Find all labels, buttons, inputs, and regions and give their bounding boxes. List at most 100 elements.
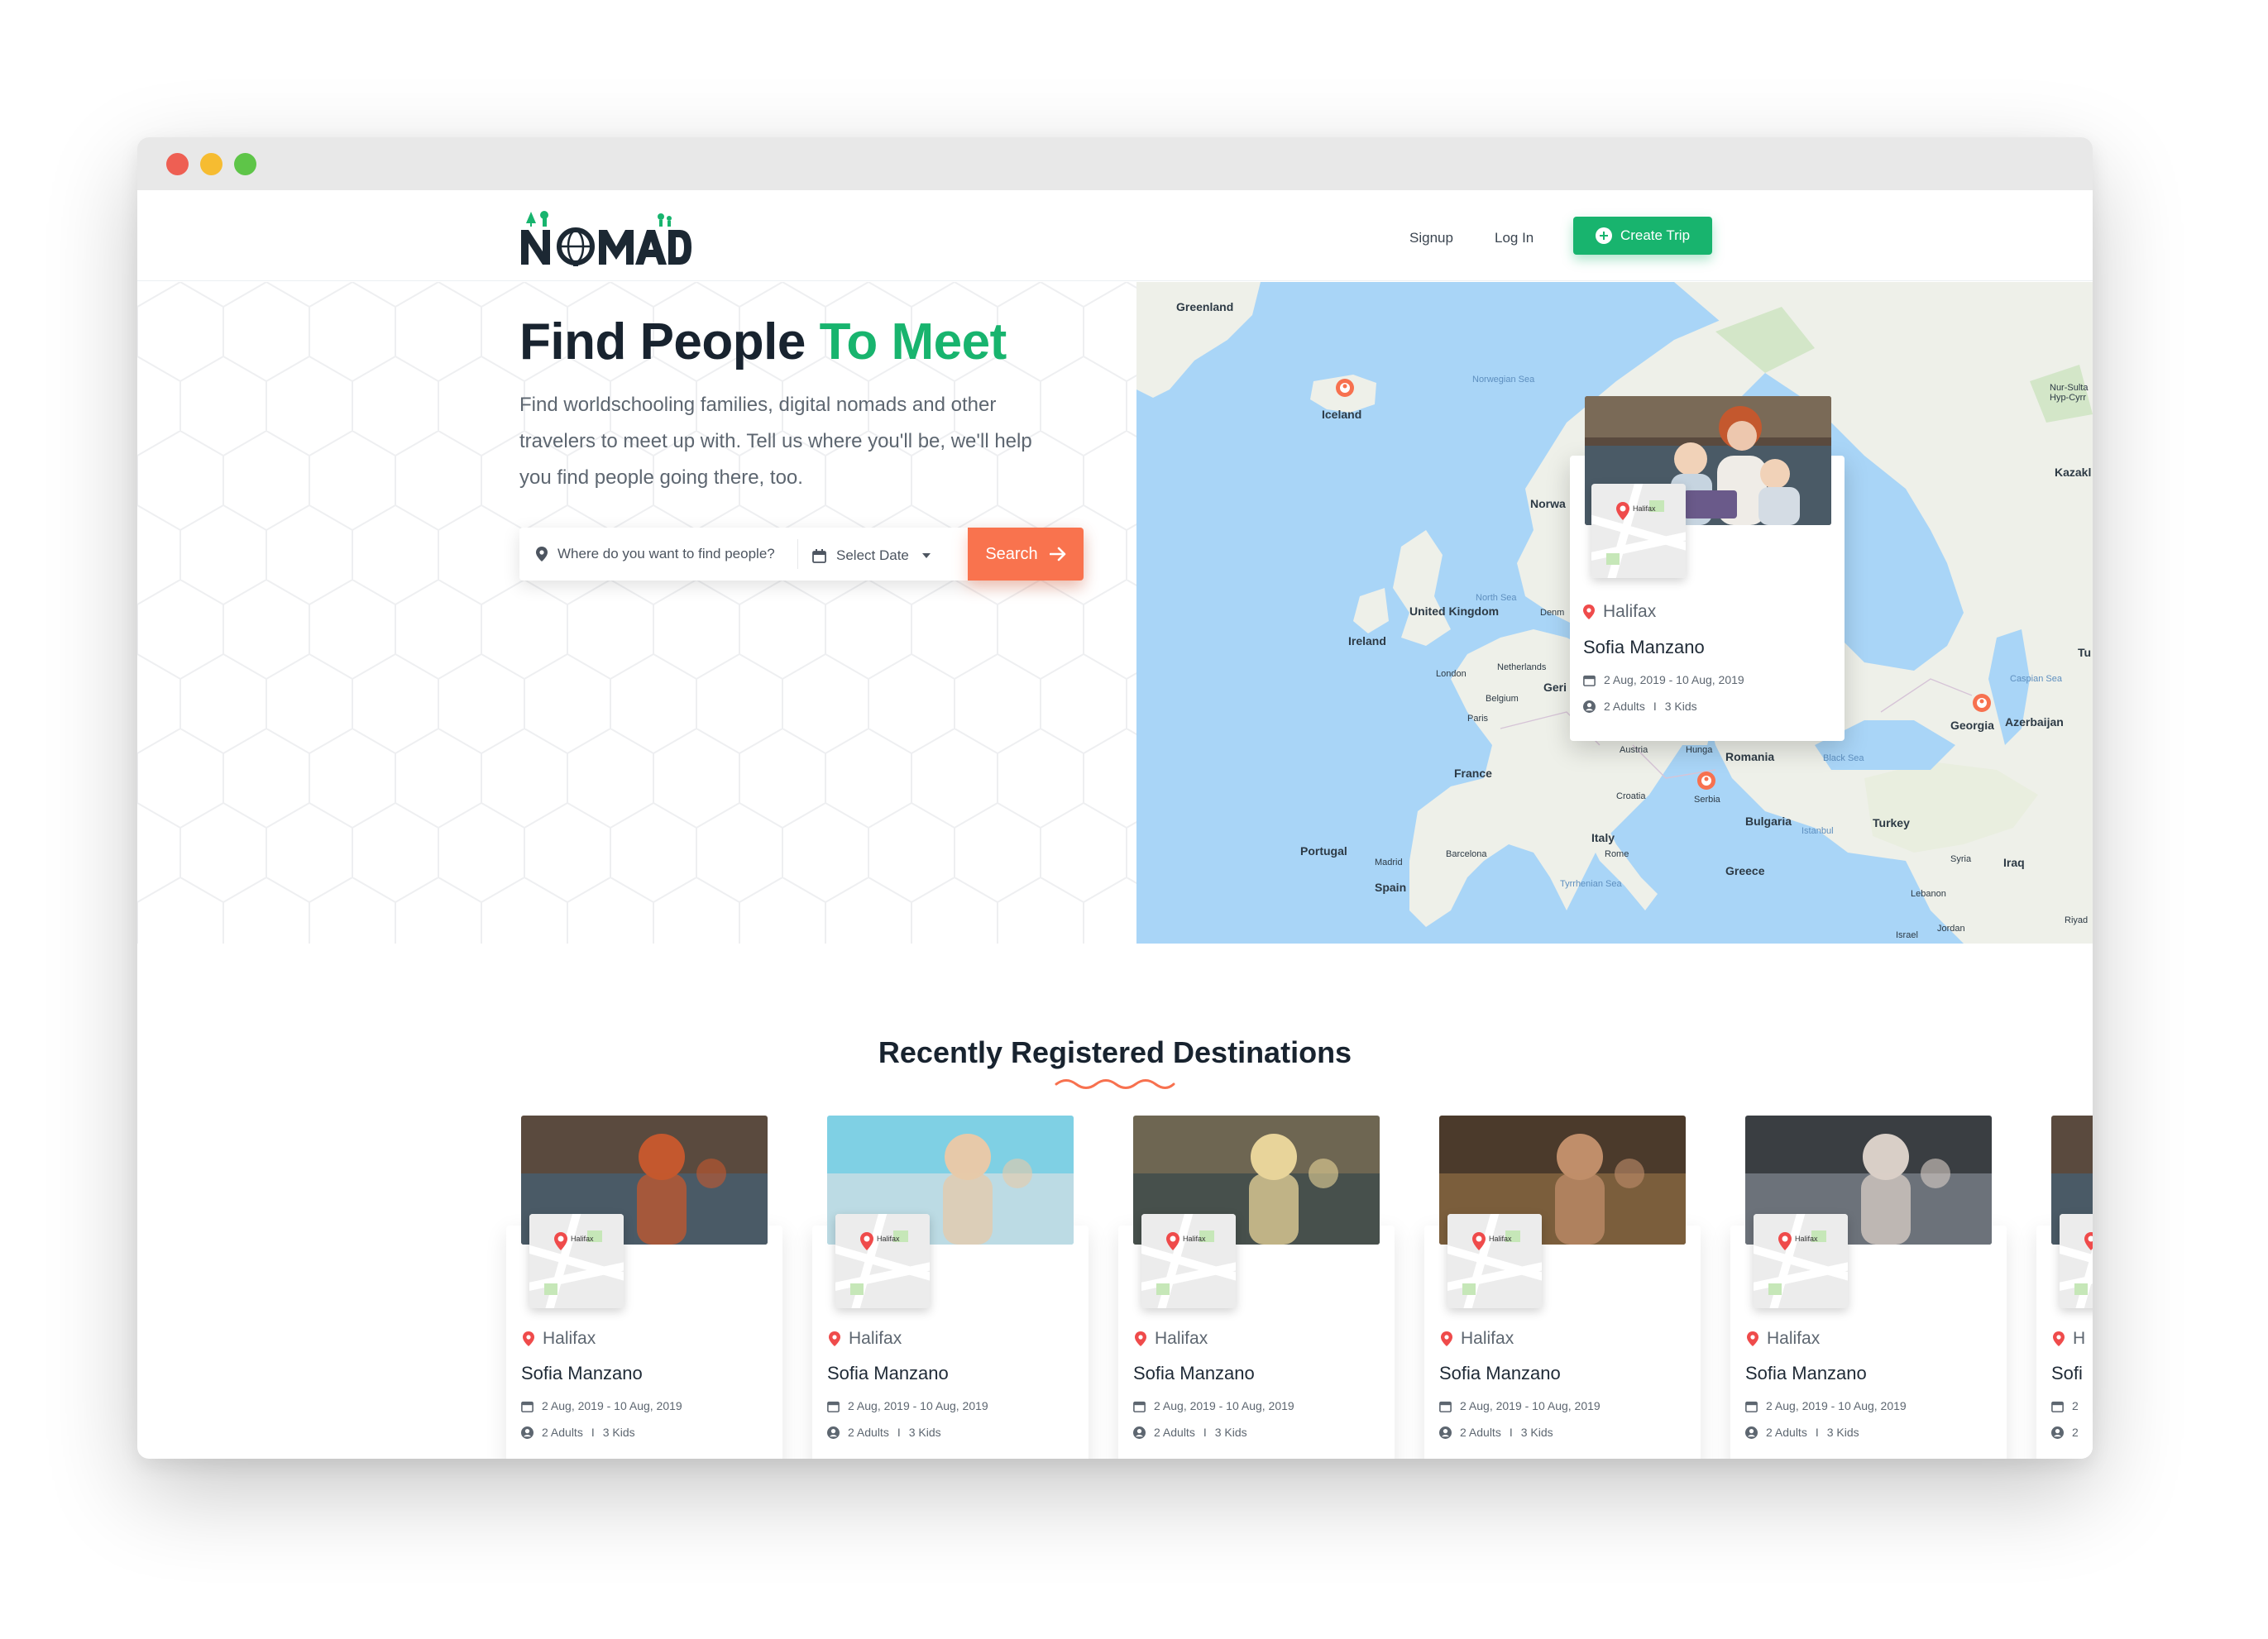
map-label-bulgaria: Bulgaria [1745,815,1792,828]
map-pin-serbia [1697,772,1715,790]
map-label-serbia: Serbia [1694,795,1720,805]
destination-traveler-name: Sofia Manzano [827,1363,949,1383]
destination-map-thumbnail: Halifax [1754,1214,1848,1308]
map-label-france: France [1454,767,1492,780]
location-pin-icon [1135,1331,1146,1346]
destination-traveler-name: Sofia Manzano [521,1363,643,1383]
destination-adults: 2 [2072,1426,2079,1439]
destination-adults: 2 Adults [1766,1426,1807,1439]
login-link[interactable]: Log In [1495,230,1534,246]
destination-dates-label: 2 Aug, 2019 - 10 Aug, 2019 [1460,1399,1601,1412]
map-popup-city-label: Halifax [1603,602,1657,621]
map-label-hungary: Hunga [1686,745,1713,755]
map-label-barcelona: Barcelona [1446,849,1487,859]
map-label-caspian-sea: Caspian Sea [2010,674,2062,684]
hero-description: Find worldschooling families, digital no… [519,394,1032,489]
create-trip-label: Create Trip [1620,227,1691,243]
destination-city-label: Halifax [1461,1329,1514,1348]
destination-guests: 2 Adults I 3 Kids [1439,1426,1553,1439]
map-label-kazakh: Kazakl [2055,466,2092,479]
destination-dates-label: 2 Aug, 2019 - 10 Aug, 2019 [848,1399,988,1412]
location-pin-icon [2053,1331,2065,1346]
calendar-icon [827,1401,840,1412]
user-icon [827,1426,840,1439]
date-select[interactable]: Select Date [812,547,931,564]
calendar-icon [1745,1401,1758,1412]
destination-map-thumbnail: Halifax [1447,1214,1542,1308]
map-label-azerbaijan: Azerbaijan [2005,715,2064,729]
destination-dates-label: 2 [2072,1399,2079,1412]
destination-kids: 3 Kids [1826,1426,1859,1439]
destination-map-thumbnail [2060,1214,2093,1308]
calendar-icon [1583,675,1596,686]
map-label-portugal: Portugal [1300,844,1347,858]
calendar-icon [1133,1401,1146,1412]
map-label-paris: Paris [1467,714,1489,724]
map-popup-adults: 2 Adults [1604,700,1645,713]
map-label-nur-sultan: Nur-Sulta [2050,383,2089,393]
arrow-right-icon [1049,547,1065,561]
map-label-tu: Tu [2078,646,2092,659]
map-label-romania: Romania [1725,750,1775,763]
map-label-jordan: Jordan [1937,924,1965,934]
map-label-riyad: Riyad [2065,915,2089,925]
nomad-logo[interactable] [519,208,693,268]
map-label-lebanon: Lebanon [1911,889,1946,899]
destination-guests: 2 Adults I 3 Kids [1133,1426,1247,1439]
maximize-window-button[interactable] [234,153,256,175]
location-pin-icon [829,1331,840,1346]
map-label-london: London [1436,669,1467,679]
destination-adults: 2 Adults [848,1426,889,1439]
destination-guests: 2 Adults I 3 Kids [521,1426,635,1439]
map-popup-kids: 3 Kids [1664,700,1697,713]
calendar-icon [2051,1401,2064,1412]
window-titlebar [137,137,2093,190]
map-popup-thumb-label: Halifax [1633,504,1656,513]
destination-traveler-name: Sofia Manzano [1439,1363,1561,1383]
destination-guests: 2 [2051,1426,2079,1439]
map-label-iraq: Iraq [2003,856,2025,869]
destination-city-label: Halifax [1767,1329,1821,1348]
map-label-norwegian-sea: Norwegian Sea [1472,375,1535,385]
map-label-madrid: Madrid [1375,858,1403,867]
user-icon [1439,1426,1452,1439]
map-label-germany: Geri [1543,681,1567,694]
destination-guests: 2 Adults I 3 Kids [1745,1426,1859,1439]
map-popup-name: Sofia Manzano [1583,637,1705,657]
destination-dates: 2 Aug, 2019 - 10 Aug, 2019 [521,1399,682,1412]
map-label-croatia: Croatia [1616,791,1646,801]
destination-dates: 2 Aug, 2019 - 10 Aug, 2019 [1133,1399,1294,1412]
create-trip-button[interactable]: Create Trip [1573,217,1712,255]
destination-dates-label: 2 Aug, 2019 - 10 Aug, 2019 [1154,1399,1294,1412]
destination-kids: 3 Kids [908,1426,941,1439]
destination-dates-label: 2 Aug, 2019 - 10 Aug, 2019 [542,1399,682,1412]
location-pin-icon [1441,1331,1452,1346]
destination-city-label: H [2073,1329,2086,1348]
destination-input[interactable]: Where do you want to find people? [536,546,775,562]
user-icon [1745,1426,1758,1439]
hex-pattern-background [137,282,1136,944]
signup-link[interactable]: Signup [1409,230,1453,246]
destination-city: Halifax [523,1329,596,1349]
minimize-window-button[interactable] [200,153,222,175]
map-label-black-sea: Black Sea [1823,753,1864,763]
map-label-norway: Norwa [1530,497,1566,510]
destination-city: H [2053,1329,2085,1349]
map-label-hyp-cyrr: Hyp-Cyrr [2050,393,2086,403]
user-icon [1133,1426,1146,1439]
map-popup-dates-label: 2 Aug, 2019 - 10 Aug, 2019 [1604,673,1744,686]
map-label-uk: United Kingdom [1409,604,1500,618]
destination-traveler-name: Sofia Manzano [1745,1363,1867,1383]
search-button[interactable]: Search [968,528,1084,581]
hero-title: Find People To Meet [519,313,1007,371]
map-popup-dates: 2 Aug, 2019 - 10 Aug, 2019 [1583,673,1744,686]
search-divider [797,539,798,569]
user-icon [521,1426,534,1439]
map-label-israel: Israel [1896,930,1918,940]
map-label-greece: Greece [1725,864,1765,877]
location-pin-icon [1747,1331,1758,1346]
calendar-icon [1439,1401,1452,1412]
thumb-label: Halifax [1795,1235,1818,1243]
destination-city: Halifax [1441,1329,1514,1349]
close-window-button[interactable] [166,153,189,175]
